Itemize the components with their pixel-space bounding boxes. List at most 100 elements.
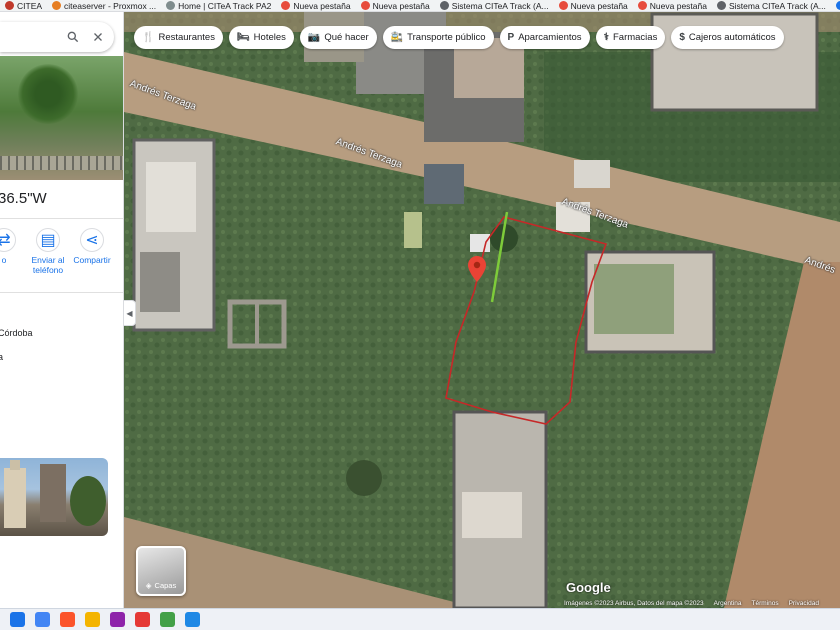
bookmark-item[interactable]: Nueva pestaña	[356, 0, 435, 11]
action-label: Compartir	[73, 255, 111, 265]
action-buttons: ⇄o▤Enviar al teléfono⋖Compartir	[0, 228, 111, 275]
divider	[0, 218, 123, 219]
notes-icon[interactable]	[160, 612, 175, 627]
search-box[interactable]	[0, 22, 114, 52]
tower-building	[40, 464, 66, 522]
place-photo[interactable]	[0, 56, 123, 180]
category-chips: 🍴 Restaurantes 🛏 Hoteles 📷 Qué hacer 🚉 Transpor…	[134, 26, 784, 49]
favicon-icon	[558, 1, 568, 10]
attribution-text: Imágenes ©2023 Airbus, Datos del mapa ©2…	[564, 600, 704, 607]
bookmark-label: Home | CITeA Track PA2	[178, 0, 272, 11]
taskbar	[0, 608, 840, 630]
layers-label: Capas	[154, 581, 177, 590]
plus-code-text: a	[0, 352, 3, 362]
google-logo: Google	[566, 580, 611, 595]
pharmacy-icon: ⚕	[603, 32, 609, 43]
chip-label: Farmacias	[612, 32, 658, 43]
atm-icon: $	[679, 32, 685, 43]
collapse-panel-button[interactable]: ◀	[124, 300, 136, 326]
map-attribution: Imágenes ©2023 Airbus, Datos del mapa ©2…	[564, 599, 840, 608]
church-building	[4, 460, 26, 528]
bookmark-item[interactable]: CITEA	[0, 0, 47, 11]
bookmark-label: Nueva pestaña	[649, 0, 707, 11]
windows-icon[interactable]	[10, 612, 25, 627]
bookmark-label: citeaserver - Proxmox ...	[64, 0, 157, 11]
bookmark-item[interactable]: AFIP | Portal principal	[831, 0, 840, 11]
chip-restaurantes[interactable]: 🍴 Restaurantes	[134, 26, 223, 49]
editor-icon[interactable]	[185, 612, 200, 627]
favicon-icon	[716, 1, 726, 10]
favicon-icon	[166, 1, 176, 10]
close-icon[interactable]	[92, 31, 104, 43]
bookmark-item[interactable]: Nueva pestaña	[276, 0, 355, 11]
brave-icon[interactable]	[60, 612, 75, 627]
chip-cajeros-autom-ticos[interactable]: $ Cajeros automáticos	[671, 26, 784, 49]
bookmark-item[interactable]: Nueva pestaña	[554, 0, 633, 11]
bookmark-item[interactable]: citeaserver - Proxmox ...	[47, 0, 161, 11]
app-icon[interactable]	[110, 612, 125, 627]
chrome-icon[interactable]	[35, 612, 50, 627]
action-button[interactable]: ⋖ Compartir	[73, 228, 111, 275]
favicon-icon	[637, 1, 647, 10]
action-button[interactable]: ⇄o	[0, 228, 22, 275]
privacy-link[interactable]: Privacidad	[789, 600, 819, 607]
transit-icon: 🚉	[390, 32, 404, 43]
files-icon[interactable]	[85, 612, 100, 627]
camera-icon: 📷	[307, 32, 321, 43]
bookmark-item[interactable]: Nueva pestaña	[633, 0, 712, 11]
tree	[70, 476, 106, 526]
chip-hoteles[interactable]: 🛏 Hoteles	[228, 26, 294, 49]
parking-icon: P	[507, 32, 515, 43]
chip-aparcamientos[interactable]: P Aparcamientos	[499, 26, 590, 49]
favicon-icon	[281, 1, 291, 10]
favicon-icon	[835, 1, 840, 10]
favicon-icon	[5, 1, 14, 10]
chip-label: Aparcamientos	[518, 32, 582, 43]
action-label: Enviar al teléfono	[31, 255, 65, 276]
bookmark-item[interactable]: Sistema CITeA Track (A...	[435, 0, 554, 11]
share-icon: ⋖	[80, 228, 104, 252]
palm-tree	[18, 64, 78, 124]
map-view[interactable]: 🍴 Restaurantes 🛏 Hoteles 📷 Qué hacer 🚉 Transpor…	[124, 12, 840, 608]
chip-transporte-p-blico[interactable]: 🚉 Transporte público	[382, 26, 494, 49]
layers-button[interactable]: ◈ Capas	[136, 546, 186, 596]
action-label: o	[1, 255, 7, 265]
action-button[interactable]: ▤ Enviar al teléfono	[30, 228, 66, 275]
bookmark-label: CITEA	[17, 0, 43, 11]
bookmark-label: Sistema CITeA Track (A...	[728, 0, 826, 11]
country-link[interactable]: Argentina	[714, 600, 742, 607]
favicon-icon	[439, 1, 449, 10]
bookmark-label: Nueva pestaña	[293, 0, 351, 11]
coordinates-text: 36.5"W	[0, 190, 47, 207]
chip-label: Transporte público	[407, 32, 486, 43]
hotel-icon: 🛏	[236, 32, 250, 43]
bookmark-label: Nueva pestaña	[570, 0, 628, 11]
favicon-icon	[52, 1, 62, 10]
bookmark-label: Nueva pestaña	[372, 0, 430, 11]
share-phone-icon: ⇄	[0, 228, 16, 252]
bookmark-item[interactable]: Sistema CITeA Track (A...	[712, 0, 831, 11]
favicon-icon	[360, 1, 370, 10]
search-icon[interactable]	[66, 30, 80, 44]
place-panel: 36.5"W ⇄o▤Enviar al teléfono⋖Compartir C…	[0, 12, 124, 608]
bookmark-item[interactable]: Home | CITeA Track PA2	[161, 0, 276, 11]
bookmarks-bar: CITEA citeaserver - Proxmox ... Home | CIT…	[0, 0, 840, 12]
chip-farmacias[interactable]: ⚕ Farmacias	[595, 26, 666, 49]
nearby-photo[interactable]	[0, 458, 108, 536]
restaurant-icon: 🍴	[142, 32, 155, 43]
chip-label: Qué hacer	[324, 32, 369, 43]
satellite-imagery	[124, 12, 840, 608]
divider	[0, 292, 123, 293]
chip-label: Restaurantes	[158, 32, 215, 43]
chip-label: Hoteles	[253, 32, 286, 43]
terms-link[interactable]: Términos	[752, 600, 779, 607]
address-line: Córdoba	[0, 328, 33, 338]
chip-label: Cajeros automáticos	[688, 32, 776, 43]
layers-icon: ◈	[145, 581, 152, 590]
fence	[0, 156, 123, 170]
chip-qu-hacer[interactable]: 📷 Qué hacer	[299, 26, 377, 49]
media-icon[interactable]	[135, 612, 150, 627]
bookmark-label: Sistema CITeA Track (A...	[451, 0, 549, 11]
location-pin-icon[interactable]	[468, 256, 486, 287]
phone-icon: ▤	[36, 228, 60, 252]
